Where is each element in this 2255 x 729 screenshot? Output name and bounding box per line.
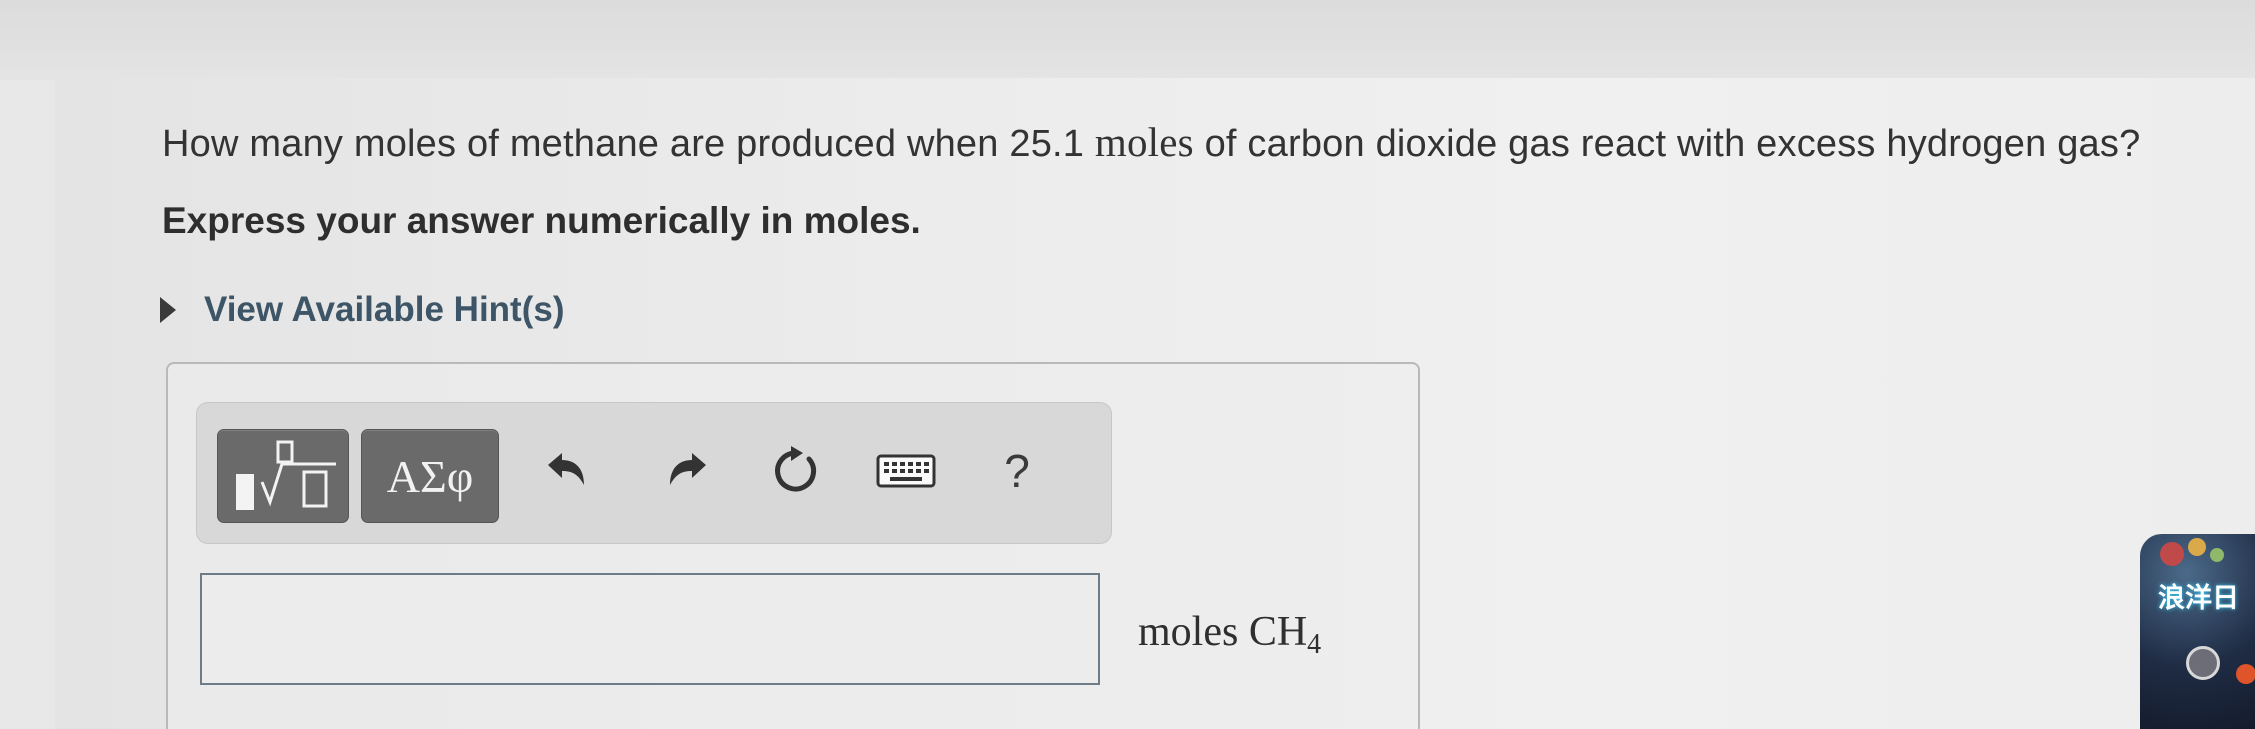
unit-subscript: 4 <box>1307 629 1322 660</box>
answer-instruction: Express your answer numerically in moles… <box>162 200 921 241</box>
undo-icon <box>548 453 584 485</box>
keyboard-button[interactable] <box>871 441 941 501</box>
help-button[interactable]: ? <box>987 441 1047 501</box>
reset-button[interactable] <box>765 441 825 501</box>
question-text-part: How many moles of methane are produced w… <box>162 123 1095 165</box>
keyboard-icon <box>876 454 936 488</box>
top-band <box>0 0 2255 80</box>
view-hints-toggle[interactable]: View Available Hint(s) <box>160 290 564 330</box>
reset-icon <box>775 446 817 492</box>
question-text: How many moles of methane are produced w… <box>162 118 2140 166</box>
question-text-part: of carbon dioxide gas react with excess … <box>1193 123 2141 165</box>
view-hints-label: View Available Hint(s) <box>204 290 565 329</box>
greek-symbols-button[interactable]: ΑΣφ <box>361 429 499 523</box>
undo-button[interactable] <box>537 441 597 501</box>
answer-unit-label: moles CH4 <box>1138 608 1321 661</box>
widget-decoration <box>2236 664 2255 684</box>
greek-symbols-label: ΑΣφ <box>386 451 474 502</box>
widget-decoration <box>2188 538 2206 556</box>
widget-avatar-icon <box>2186 646 2220 680</box>
widget-label: 浪洋日 <box>2158 583 2239 614</box>
unit-text: moles CH <box>1138 609 1308 655</box>
redo-button[interactable] <box>657 441 717 501</box>
triangle-right-icon <box>160 297 176 323</box>
floating-game-widget[interactable]: 浪洋日 <box>2140 534 2255 729</box>
math-toolbar: ΑΣφ ? <box>196 402 1112 544</box>
question-text-moles: moles <box>1094 119 1194 165</box>
redo-icon <box>670 453 706 485</box>
math-templates-icon <box>236 440 336 510</box>
widget-decoration <box>2210 548 2224 562</box>
math-templates-button[interactable] <box>217 429 349 523</box>
widget-decoration <box>2160 542 2184 566</box>
answer-input[interactable] <box>200 573 1100 685</box>
